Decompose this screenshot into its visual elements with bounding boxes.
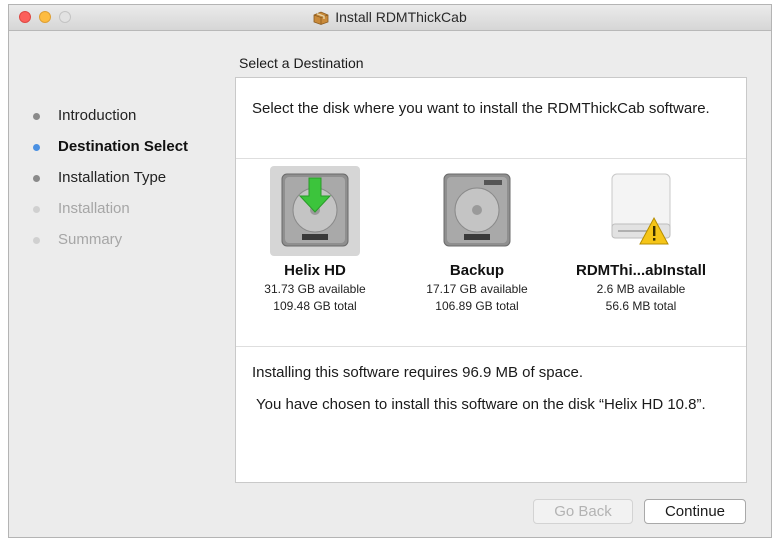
step-label: Destination Select	[58, 138, 189, 155]
disk-icon-frame	[432, 166, 522, 256]
window-title: Install RDMThickCab	[9, 9, 771, 28]
disk-total: 106.89 GB total	[435, 299, 519, 313]
disk-backup[interactable]: Backup 17.17 GB available 106.89 GB tota…	[398, 166, 556, 315]
installer-window: Install RDMThickCab Select a Destination…	[8, 4, 772, 538]
external-disk-warning-icon	[611, 173, 671, 245]
disk-name: RDMThi...abInstall	[575, 262, 706, 279]
step-bullet	[33, 206, 40, 213]
step-label: Installation Type	[58, 169, 167, 186]
window-title-text: Install RDMThickCab	[335, 9, 467, 25]
chosen-disk-message: You have chosen to install this software…	[256, 396, 706, 413]
disk-available: 31.73 GB available	[264, 282, 366, 296]
disk-name: Helix HD	[284, 262, 346, 279]
internal-disk-icon	[443, 173, 511, 247]
step-bullet	[33, 237, 40, 244]
disk-available: 17.17 GB available	[426, 282, 528, 296]
title-bar: Install RDMThickCab	[9, 5, 771, 31]
disk-total: 56.6 MB total	[605, 299, 677, 313]
divider	[236, 158, 746, 159]
space-requirement: Installing this software requires 96.9 M…	[252, 364, 583, 381]
disk-icon-frame	[596, 166, 686, 256]
step-label: Summary	[58, 231, 123, 248]
disk-helix-hd[interactable]: Helix HD 31.73 GB available 109.48 GB to…	[236, 166, 394, 315]
destination-panel: Select the disk where you want to instal…	[235, 77, 747, 483]
step-bullet	[33, 113, 40, 120]
disk-available: 2.6 MB available	[596, 282, 686, 296]
step-bullet	[33, 175, 40, 182]
internal-disk-install-icon	[281, 173, 349, 247]
disk-name: Backup	[449, 262, 505, 279]
package-icon	[313, 10, 329, 28]
go-back-button[interactable]: Go Back	[533, 499, 633, 524]
divider	[236, 346, 746, 347]
continue-button[interactable]: Continue	[644, 499, 746, 524]
section-title: Select a Destination	[239, 55, 364, 71]
disk-rdmthickcab-install[interactable]: RDMThi...abInstall 2.6 MB available 56.6…	[562, 166, 720, 315]
disk-icon-frame	[270, 166, 360, 256]
step-label: Introduction	[58, 107, 137, 124]
disk-total: 109.48 GB total	[273, 299, 357, 313]
step-bullet	[33, 144, 40, 151]
step-label: Installation	[58, 200, 130, 217]
destination-prompt: Select the disk where you want to instal…	[252, 100, 710, 117]
